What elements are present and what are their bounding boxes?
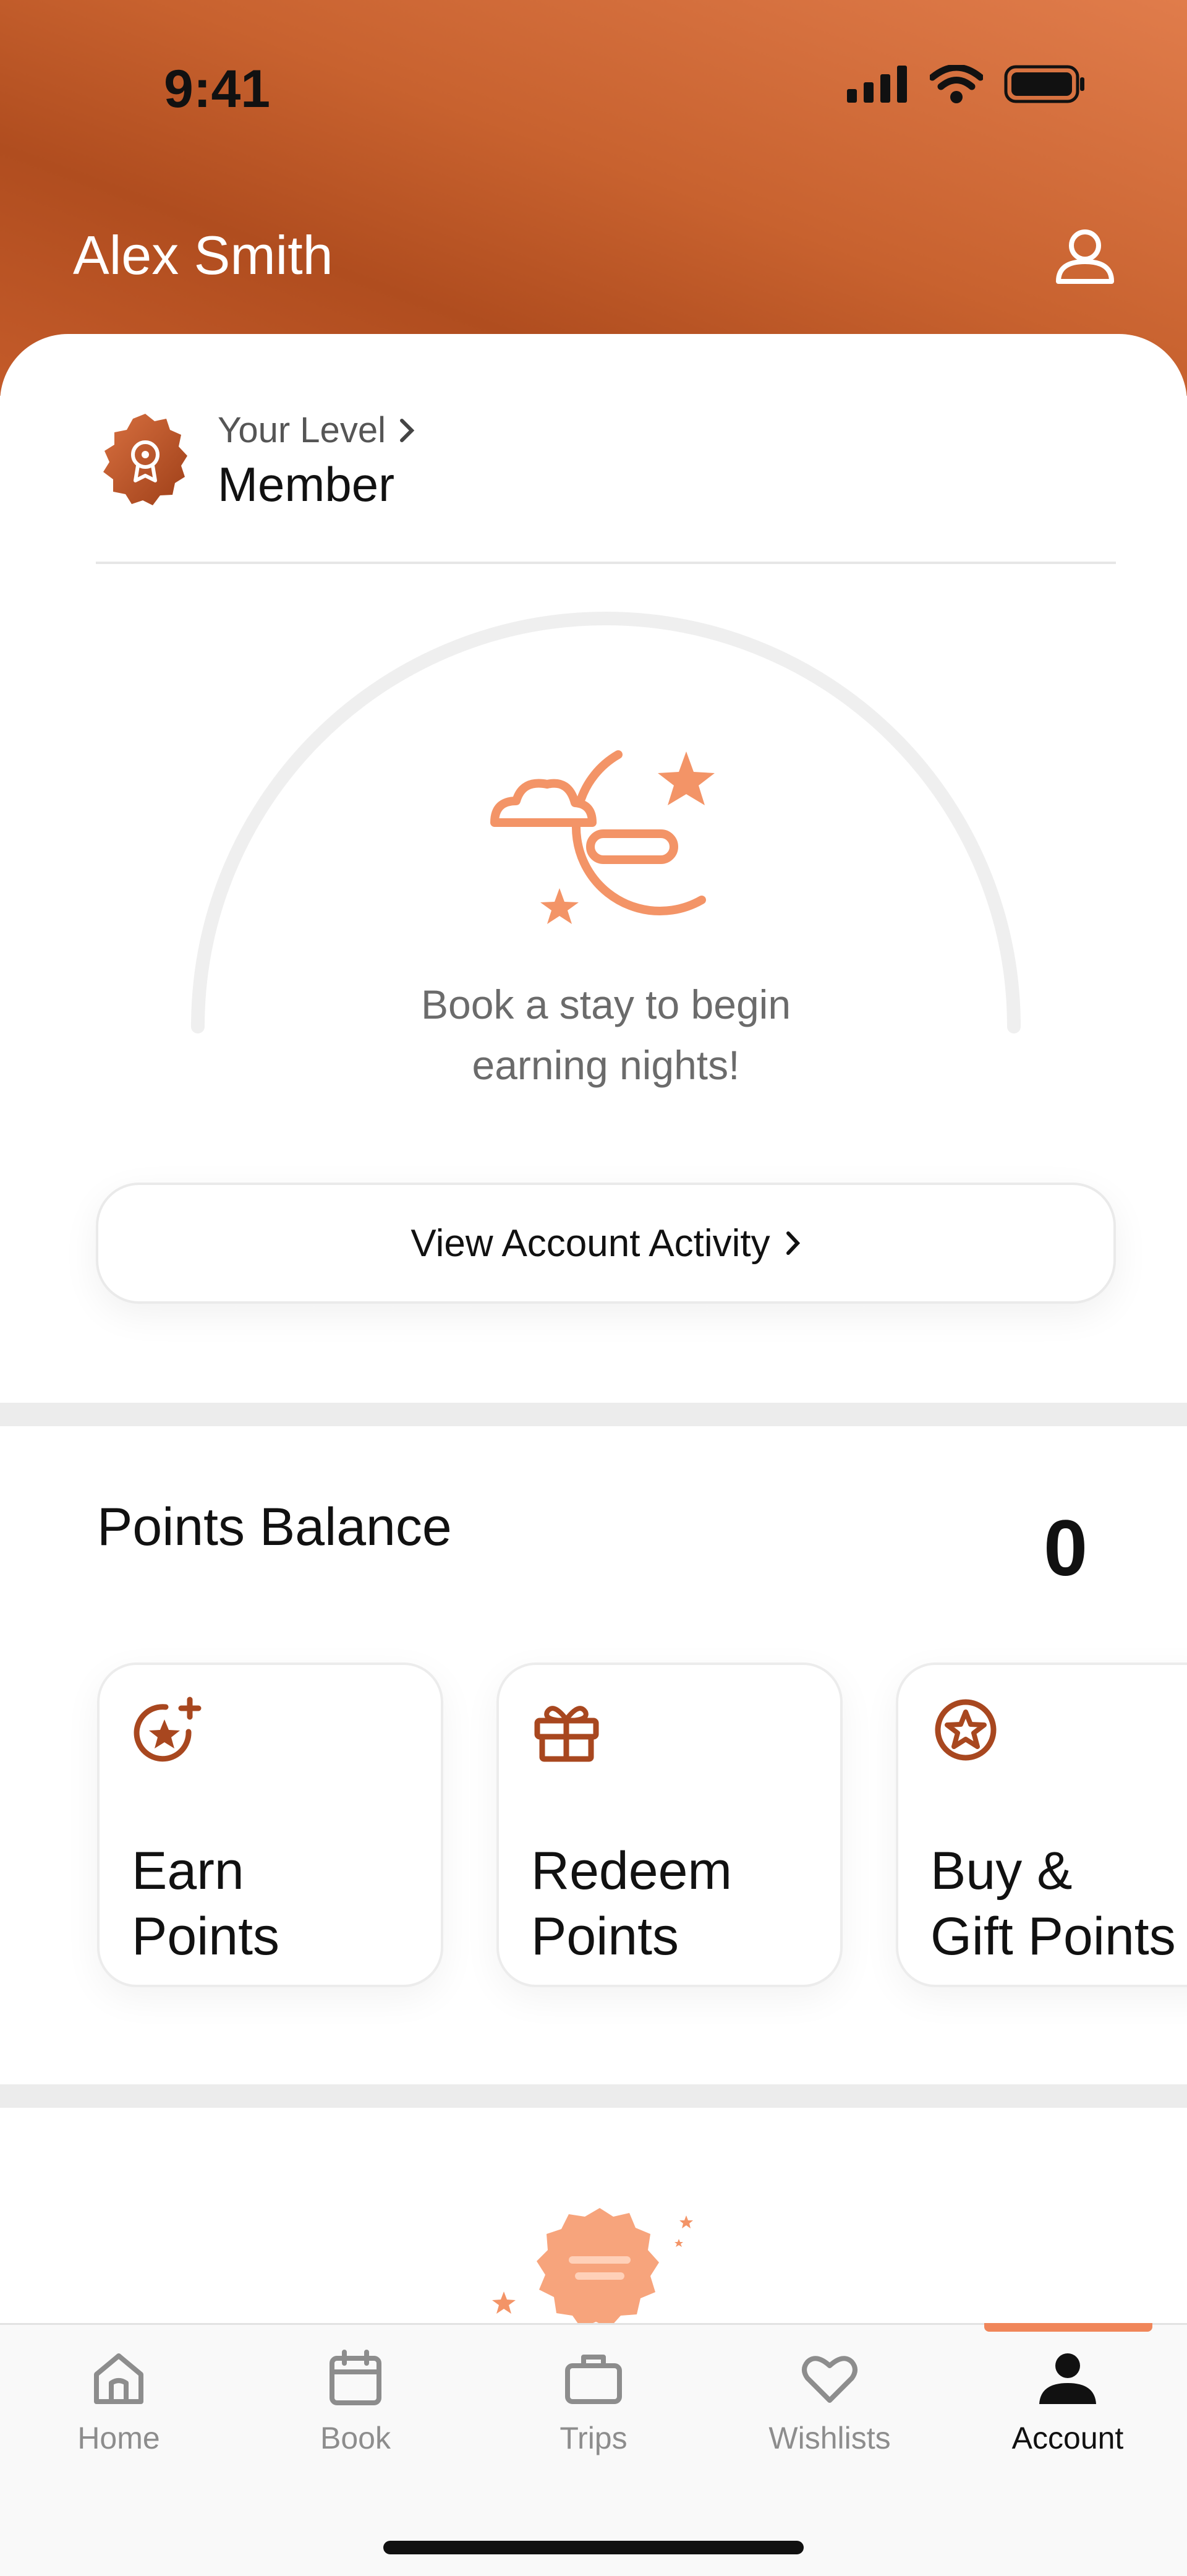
calendar-icon	[330, 2350, 381, 2405]
level-name: Member	[218, 457, 395, 511]
star-circle-icon	[935, 1699, 997, 1761]
your-level-link[interactable]: Your Level	[218, 409, 415, 451]
points-balance-title: Points Balance	[97, 1497, 452, 1557]
points-balance-value: 0	[1044, 1504, 1088, 1593]
moon-stars-icon	[490, 750, 715, 924]
wifi-icon	[930, 65, 983, 103]
user-name: Alex Smith	[73, 225, 333, 286]
progress-message: Book a stay to begin earning nights!	[346, 974, 866, 1095]
buy-gift-points-label: Buy & Gift Points	[930, 1838, 1176, 1969]
view-account-activity-label: View Account Activity	[411, 1222, 770, 1265]
chevron-right-icon	[399, 418, 415, 442]
star-plus-icon	[134, 1697, 202, 1762]
battery-icon	[1004, 65, 1084, 103]
heart-icon	[802, 2356, 857, 2403]
tab-wishlists-label: Wishlists	[768, 2421, 891, 2455]
status-icons	[847, 65, 1086, 103]
buy-gift-points-tile[interactable]: Buy & Gift Points	[896, 1662, 1187, 1987]
chevron-right-icon	[786, 1231, 800, 1255]
tab-wishlists[interactable]: Wishlists	[749, 2347, 910, 2456]
redeem-points-label: Redeem Points	[531, 1838, 732, 1969]
profile-icon[interactable]	[1051, 226, 1119, 288]
active-tab-indicator	[984, 2323, 1152, 2332]
level-badge-icon[interactable]	[96, 411, 195, 510]
divider	[96, 562, 1116, 564]
tab-trips-label: Trips	[559, 2421, 628, 2455]
home-indicator	[383, 2541, 804, 2554]
redeem-points-label-line1: Redeem	[531, 1841, 733, 1901]
buy-gift-points-label-line2: Gift Points	[930, 1907, 1176, 1966]
section-separator	[0, 2084, 1187, 2108]
view-account-activity-button[interactable]: View Account Activity	[96, 1183, 1116, 1304]
earn-points-tile[interactable]: Earn Points	[97, 1662, 443, 1987]
earn-points-label: Earn Points	[132, 1838, 279, 1969]
tab-home[interactable]: Home	[38, 2347, 199, 2456]
redeem-points-tile[interactable]: Redeem Points	[496, 1662, 843, 1987]
tab-account-label: Account	[1011, 2421, 1124, 2455]
section-separator	[0, 1403, 1187, 1426]
tab-trips[interactable]: Trips	[513, 2347, 674, 2456]
buy-gift-points-label-line1: Buy &	[930, 1841, 1073, 1901]
earn-points-label-line2: Points	[132, 1907, 280, 1966]
tab-home-label: Home	[77, 2421, 160, 2455]
tab-book[interactable]: Book	[275, 2347, 436, 2456]
status-time: 9:41	[164, 59, 271, 119]
earn-points-label-line1: Earn	[132, 1841, 244, 1901]
home-icon	[94, 2353, 143, 2404]
your-level-label: Your Level	[218, 410, 386, 450]
progress-message-line1: Book a stay to begin	[420, 982, 791, 1027]
person-icon	[1039, 2353, 1096, 2404]
progress-message-line2: earning nights!	[472, 1042, 740, 1088]
gift-icon	[534, 1706, 599, 1762]
tab-account[interactable]: Account	[987, 2347, 1148, 2456]
signal-icon	[847, 66, 907, 103]
tab-book-label: Book	[320, 2421, 391, 2455]
briefcase-icon	[565, 2355, 622, 2404]
redeem-points-label-line2: Points	[531, 1907, 679, 1966]
